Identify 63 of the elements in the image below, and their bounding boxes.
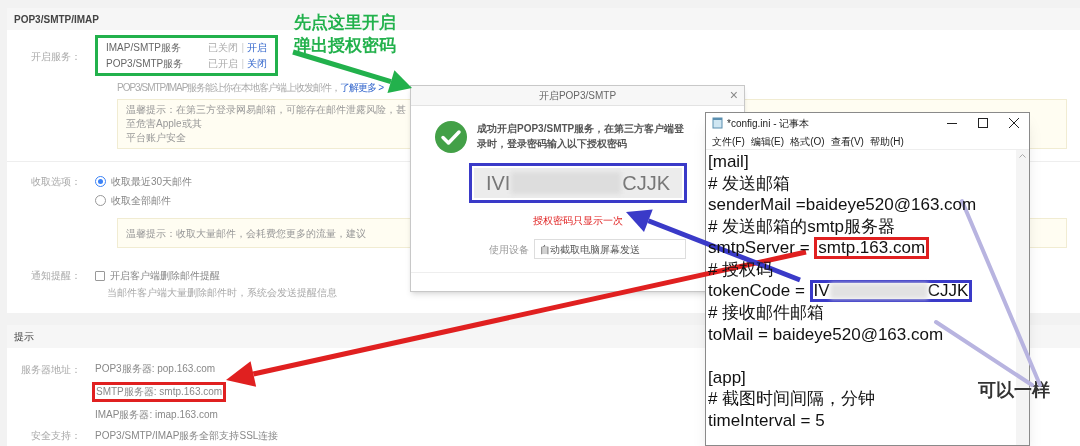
menu-item[interactable]: 格式(O) xyxy=(788,133,827,149)
menu-item[interactable]: 查看(V) xyxy=(828,133,866,149)
close-icon xyxy=(1008,118,1019,128)
server-value: smtp.163.com xyxy=(814,237,930,259)
toggle-link[interactable]: 开启 xyxy=(247,41,267,54)
field-label: 使用设备 xyxy=(489,242,529,257)
tip-text: 温馨提示：在第三方登录网易邮箱，可能存在邮件泄露风险，甚至危害Apple或其 xyxy=(126,103,406,131)
server-address: POP3服务器: pop.163.com xyxy=(95,362,216,376)
device-input[interactable]: 自动截取电脑屏幕发送 xyxy=(534,239,686,259)
password-field: IVI CJJK xyxy=(474,168,682,198)
hint-text: 当邮件客户端大量删除邮件时，系统会发送提醒信息 xyxy=(107,286,337,300)
text-line: # 接收邮件邮箱 xyxy=(708,303,825,322)
text-line: [mail] xyxy=(708,152,749,171)
success-check-icon xyxy=(435,121,467,153)
field-label: 安全支持： xyxy=(31,430,81,441)
radio-label: 收取最近30天邮件 xyxy=(111,175,193,189)
toggle-link[interactable]: 关闭 xyxy=(247,57,267,70)
service-status: 已开启 xyxy=(208,57,239,70)
menu-item[interactable]: 编辑(E) xyxy=(748,133,787,149)
server-address: IMAP服务器: imap.163.com xyxy=(95,408,218,422)
radio-button[interactable] xyxy=(95,176,106,187)
notepad-icon xyxy=(712,117,723,129)
text-line: [app] xyxy=(708,367,746,387)
token-value: IV CJJK xyxy=(809,280,973,302)
success-message: 成功开启POP3/SMTP服务，在第三方客户端登录时，登录密码输入以下授权密码 xyxy=(477,122,686,151)
service-description: POP3/SMTP/IMAP服务能让你在本地客户端上收发邮件， xyxy=(117,82,341,93)
dialog-title: 开启POP3/SMTP xyxy=(538,89,617,103)
separator: | xyxy=(241,57,244,70)
field-label: 收取选项： xyxy=(31,176,81,187)
service-name: POP3/SMTP服务 xyxy=(106,57,184,70)
radio-button[interactable] xyxy=(95,195,106,206)
maximize-icon xyxy=(977,118,988,128)
service-name: IMAP/SMTP服务 xyxy=(106,41,181,54)
service-status: 已关闭 xyxy=(208,41,239,54)
learn-more-link[interactable]: 了解更多 > xyxy=(340,82,384,93)
text-line: tokenCode = xyxy=(708,280,806,302)
separator: | xyxy=(241,41,244,54)
text-line: timeInterval = 5 xyxy=(708,410,825,430)
warning-text: 授权密码只显示一次 xyxy=(533,215,623,226)
section-title: 提示 xyxy=(14,330,34,344)
tip-text: 温馨提示：收取大量邮件，会耗费您更多的流量，建议 xyxy=(126,226,366,241)
text-line: # 截图时间间隔，分钟 xyxy=(708,389,876,408)
field-label: 开启服务： xyxy=(31,51,81,62)
text-line: senderMail =baideye520@163.com xyxy=(708,195,977,214)
field-label: 服务器地址： xyxy=(21,364,81,375)
tip-text: 平台账户安全 xyxy=(126,131,187,145)
security-text: POP3/SMTP/IMAP服务全部支持SSL连接 xyxy=(95,429,279,443)
menu-item[interactable]: 文件(F) xyxy=(710,133,747,149)
server-address: SMTP服务器: smtp.163.com xyxy=(92,382,227,402)
checkbox-label: 开启客户端删除邮件提醒 xyxy=(110,269,220,283)
scroll-up-icon xyxy=(1019,153,1026,158)
window-title: *config.ini - 记事本 xyxy=(727,116,810,131)
menu-item[interactable]: 帮助(H) xyxy=(867,133,906,149)
field-label: 通知提醒： xyxy=(31,270,81,281)
annotation-text: 弹出授权密码 xyxy=(294,35,396,57)
checkbox[interactable] xyxy=(95,270,105,281)
text-line: # 发送邮箱 xyxy=(708,173,791,193)
annotation-text: 先点这里开启 xyxy=(294,12,396,34)
text-line: toMail = baideye520@163.com xyxy=(708,324,944,344)
annotation-text: 可以一样 xyxy=(978,379,1050,402)
radio-label: 收取全部邮件 xyxy=(111,194,171,208)
section-title: POP3/SMTP/IMAP xyxy=(14,12,99,27)
text-line: # 发送邮箱的smtp服务器 xyxy=(708,216,896,236)
